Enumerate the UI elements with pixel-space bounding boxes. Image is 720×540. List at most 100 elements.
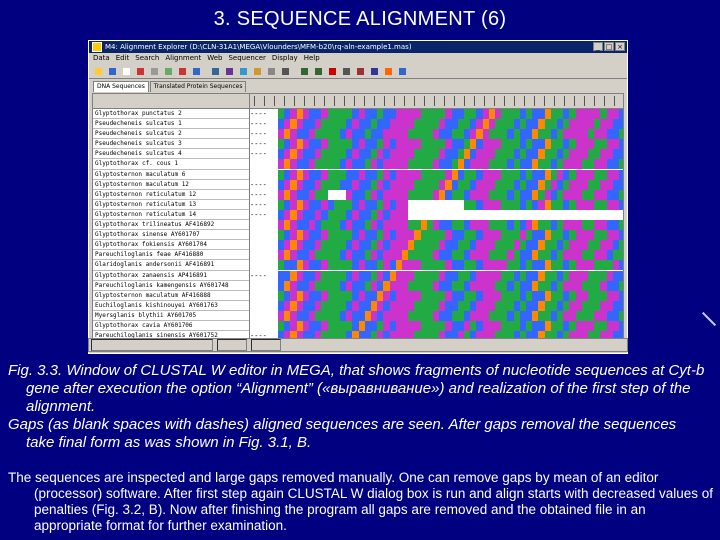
sequence-row[interactable]: ---- [250, 189, 623, 200]
sequence-row[interactable] [250, 169, 623, 180]
nucleotide-cell[interactable] [619, 300, 623, 311]
nucleotide-cell[interactable] [619, 230, 623, 241]
reverse-icon[interactable] [368, 65, 381, 78]
nucleotide-cell[interactable] [619, 129, 623, 140]
binoculars-icon[interactable] [279, 65, 292, 78]
save-icon[interactable] [106, 65, 119, 78]
sequence-row[interactable] [250, 260, 623, 271]
sequence-row[interactable] [250, 290, 623, 301]
nucleotide-cell[interactable] [619, 310, 623, 321]
sequence-name-row[interactable]: Glyptothorax fokiensis AY601704 [93, 240, 249, 251]
menu-search[interactable]: Search [135, 53, 159, 64]
sequence-name-row[interactable]: Euchiloglanis kishinouyei AY601763 [93, 301, 249, 311]
sequence-name-row[interactable]: Glyptothorax trilineatus AF416892 [93, 220, 249, 231]
sequence-data-panel[interactable]: ---- ---- ---- ---- ---- ---- ---- ---- ---- ----… [250, 94, 623, 338]
nucleotide-cell[interactable] [619, 220, 623, 231]
sequence-name-row[interactable]: Myersglanis blythii AY601705 [93, 311, 249, 321]
marker-icon[interactable] [326, 65, 339, 78]
nucleotide-cell[interactable] [619, 250, 623, 261]
menu-sequencer[interactable]: Sequencer [228, 53, 265, 64]
align-protein-icon[interactable] [223, 65, 236, 78]
sequence-name-row[interactable]: Pareuchiloglanis kamengensis AY601748 [93, 281, 249, 291]
nucleotide-cell[interactable] [619, 199, 623, 210]
nucleotide-cell[interactable] [619, 290, 623, 301]
menu-alignment[interactable]: Alignment [165, 53, 201, 64]
new-icon[interactable] [120, 65, 133, 78]
nucleotide-cell[interactable] [619, 169, 623, 180]
find-icon[interactable] [340, 65, 353, 78]
nucleotide-cell[interactable] [619, 260, 623, 271]
arrow-right-icon[interactable] [312, 65, 325, 78]
sequence-name-row[interactable]: Glyptosternon maculatum 6 [93, 170, 249, 180]
mark-icon[interactable] [382, 65, 395, 78]
sequence-name-row[interactable]: Glaridoglanis andersonii AF416891 [93, 260, 249, 271]
sequence-row[interactable]: ---- [250, 139, 623, 150]
paste-icon[interactable] [162, 65, 175, 78]
nucleotide-cell[interactable] [619, 179, 623, 190]
sequence-row[interactable] [250, 220, 623, 231]
search-icon[interactable] [265, 65, 278, 78]
nucleotide-cell[interactable] [619, 280, 623, 291]
close-button[interactable]: × [615, 42, 625, 51]
sequence-name-row[interactable]: Glyptothorax cf. cous 1 [93, 159, 249, 170]
nucleotide-cell[interactable] [619, 119, 623, 130]
maximize-button[interactable]: □ [604, 42, 614, 51]
menu-data[interactable]: Data [93, 53, 110, 64]
sequence-row[interactable]: ---- [250, 129, 623, 140]
web-icon[interactable] [237, 65, 250, 78]
sequence-name-row[interactable]: Glyptosternon maculatum 12 [93, 180, 249, 190]
align-icon[interactable] [209, 65, 222, 78]
sequence-row[interactable] [250, 159, 623, 170]
sequence-row[interactable] [250, 320, 623, 331]
sequence-row[interactable] [250, 280, 623, 291]
minimize-button[interactable]: _ [593, 42, 603, 51]
sequence-row[interactable] [250, 310, 623, 321]
open-icon[interactable] [92, 65, 105, 78]
sequence-row[interactable] [250, 300, 623, 311]
sequence-name-row[interactable]: Pareuchiloglanis feae AF416880 [93, 250, 249, 261]
sequence-row[interactable]: ---- [250, 149, 623, 160]
menu-display[interactable]: Display [272, 53, 298, 64]
copy-icon[interactable] [148, 65, 161, 78]
sequence-name-row[interactable]: Glyptosternon reticulatum 14 [93, 210, 249, 221]
nucleotide-cell[interactable] [619, 209, 623, 220]
sequence-name-row[interactable]: Glyptothorax zanaensis AP416891 [93, 271, 249, 281]
sequence-name-row[interactable]: Glyptothorax sinense AY601707 [93, 230, 249, 241]
sequence-row[interactable]: ---- [250, 199, 623, 210]
sequence-name-row[interactable]: Pseudecheneis sulcatus 3 [93, 139, 249, 150]
sequence-name-row[interactable]: Pseudecheneis sulcatus 4 [93, 149, 249, 160]
menu-edit[interactable]: Edit [116, 53, 130, 64]
tab-dna-sequences[interactable]: DNA Sequences [93, 81, 149, 92]
sequence-row[interactable] [250, 230, 623, 241]
undo-icon[interactable] [190, 65, 203, 78]
delete-icon[interactable] [176, 65, 189, 78]
sequence-name-row[interactable]: Glyptosternon reticulatum 13 [93, 200, 249, 210]
sequence-name-row[interactable]: Glyptosternon maculatum AF416888 [93, 291, 249, 301]
nucleotide-cell[interactable] [619, 189, 623, 200]
nucleotide-cell[interactable] [619, 139, 623, 150]
sequence-row[interactable] [250, 240, 623, 251]
alignment-grid[interactable]: Glyptothorax punctatus 2 Pseudecheneis su… [92, 93, 624, 339]
query-icon[interactable] [251, 65, 264, 78]
sequence-name-row[interactable]: Pseudecheneis sulcatus 2 [93, 129, 249, 140]
sequence-row[interactable]: ---- [250, 109, 623, 119]
tab-translated-protein[interactable]: Translated Protein Sequences [149, 81, 247, 92]
sequence-row[interactable]: ---- [250, 119, 623, 130]
sequence-row[interactable] [250, 250, 623, 261]
sequence-row[interactable]: ---- [250, 209, 623, 220]
nucleotide-cell[interactable] [619, 149, 623, 160]
help-icon[interactable] [396, 65, 409, 78]
sequence-name-row[interactable]: Glyptothorax cavia AY601706 [93, 321, 249, 332]
sequence-row[interactable]: ---- [250, 179, 623, 190]
nucleotide-cell[interactable] [619, 270, 623, 281]
translate-icon[interactable] [354, 65, 367, 78]
menu-help[interactable]: Help [304, 53, 320, 64]
nucleotide-cell[interactable] [619, 109, 623, 119]
window-titlebar[interactable]: M4: Alignment Explorer (D:\CLN-31A1\MEGA… [89, 41, 627, 53]
sequence-name-row[interactable]: Glyptothorax punctatus 2 [93, 109, 249, 120]
nucleotide-cell[interactable] [619, 240, 623, 251]
nucleotide-cell[interactable] [619, 159, 623, 170]
arrow-left-icon[interactable] [298, 65, 311, 78]
nucleotide-cell[interactable] [619, 320, 623, 331]
sequence-row[interactable]: ---- [250, 270, 623, 281]
